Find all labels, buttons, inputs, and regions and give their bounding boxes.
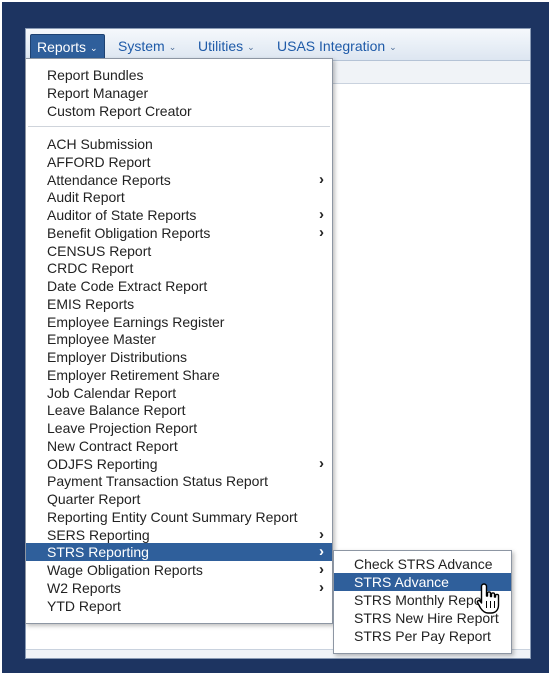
menu-item-leave-projection-report[interactable]: Leave Projection Report bbox=[26, 419, 332, 437]
chevron-right-icon: › bbox=[319, 525, 324, 543]
menu-item-label: Employee Earnings Register bbox=[47, 313, 225, 330]
menu-item-label: EMIS Reports bbox=[47, 295, 135, 312]
menu-item-audit-report[interactable]: Audit Report bbox=[26, 188, 332, 206]
menu-item-label: CRDC Report bbox=[47, 260, 134, 277]
chevron-right-icon: › bbox=[319, 206, 324, 223]
menu-item-crdc-report[interactable]: CRDC Report bbox=[26, 259, 332, 277]
chevron-right-icon: › bbox=[319, 170, 324, 188]
menu-item-job-calendar-report[interactable]: Job Calendar Report bbox=[26, 384, 332, 402]
menu-item-label: Report Bundles bbox=[47, 67, 144, 83]
menu-item-odjfs-reporting[interactable]: ODJFS Reporting › bbox=[26, 455, 332, 473]
menu-item-label: Wage Obligation Reports bbox=[47, 562, 203, 578]
menu-item-label: Leave Projection Report bbox=[47, 420, 198, 436]
menu-item-label: New Contract Report bbox=[47, 437, 178, 454]
menu-item-census-report[interactable]: CENSUS Report bbox=[26, 242, 332, 260]
menu-item-label: Payment Transaction Status Report bbox=[47, 473, 268, 490]
menu-item-label: STRS Reporting bbox=[47, 544, 149, 561]
chevron-right-icon: › bbox=[319, 223, 324, 241]
menu-item-check-strs-advance[interactable]: Check STRS Advance bbox=[334, 555, 511, 573]
menu-item-label: Employer Distributions bbox=[47, 349, 188, 365]
menu-item-attendance-reports[interactable]: Attendance Reports › bbox=[26, 171, 332, 189]
menu-item-emis-reports[interactable]: EMIS Reports bbox=[26, 295, 332, 313]
menu-item-label: Employer Retirement Share bbox=[47, 366, 220, 383]
menu-separator bbox=[28, 126, 330, 127]
menu-item-strs-per-pay-report[interactable]: STRS Per Pay Report bbox=[334, 627, 511, 645]
menu-item-label: Report Manager bbox=[47, 84, 149, 101]
menu-item-label: ODJFS Reporting bbox=[47, 455, 158, 472]
menu-item-employer-distributions[interactable]: Employer Distributions bbox=[26, 348, 332, 366]
menu-item-date-code-extract-report[interactable]: Date Code Extract Report bbox=[26, 277, 332, 295]
menu-reports[interactable]: Reports ⌄ bbox=[30, 34, 105, 60]
menu-item-label: Job Calendar Report bbox=[47, 384, 177, 401]
chevron-down-icon: ⌄ bbox=[90, 43, 98, 53]
menu-item-label: AFFORD Report bbox=[47, 153, 151, 170]
menu-item-label: STRS Advance bbox=[354, 574, 449, 590]
menu-item-label: Benefit Obligation Reports bbox=[47, 224, 211, 241]
menu-item-label: Quarter Report bbox=[47, 491, 141, 507]
menu-item-report-bundles[interactable]: Report Bundles bbox=[26, 66, 332, 84]
chevron-down-icon: ⌄ bbox=[168, 42, 177, 52]
menu-item-label: Employee Master bbox=[47, 331, 156, 348]
menu-item-custom-report-creator[interactable]: Custom Report Creator bbox=[26, 102, 332, 120]
menu-item-afford-report[interactable]: AFFORD Report bbox=[26, 153, 332, 171]
menu-item-reporting-entity-count-summary-report[interactable]: Reporting Entity Count Summary Report bbox=[26, 508, 332, 526]
menu-item-employee-earnings-register[interactable]: Employee Earnings Register bbox=[26, 313, 332, 331]
menu-item-label: W2 Reports bbox=[47, 579, 121, 596]
menu-item-ytd-report[interactable]: YTD Report bbox=[26, 597, 332, 615]
menu-item-report-manager[interactable]: Report Manager bbox=[26, 84, 332, 102]
chevron-right-icon: › bbox=[319, 578, 324, 596]
menu-item-label: STRS Monthly Report bbox=[354, 592, 491, 608]
menu-item-label: Audit Report bbox=[47, 189, 125, 206]
menu-reports-label: Reports bbox=[37, 39, 87, 55]
menu-utilities[interactable]: Utilities ⌄ bbox=[198, 35, 255, 57]
hand-pointer-icon bbox=[476, 583, 500, 614]
menu-item-label: Auditor of State Reports bbox=[47, 207, 197, 223]
menu-item-label: SERS Reporting bbox=[47, 526, 150, 543]
menu-item-employee-master[interactable]: Employee Master bbox=[26, 330, 332, 348]
chevron-right-icon: › bbox=[319, 561, 324, 578]
menu-item-strs-reporting[interactable]: STRS Reporting › bbox=[26, 543, 332, 562]
menu-item-auditor-of-state-reports[interactable]: Auditor of State Reports › bbox=[26, 206, 332, 224]
chevron-right-icon: › bbox=[319, 454, 324, 472]
menu-usas-integration-label: USAS Integration bbox=[277, 38, 386, 54]
menu-item-label: CENSUS Report bbox=[47, 242, 152, 259]
menu-item-label: Date Code Extract Report bbox=[47, 278, 208, 294]
menu-item-label: Reporting Entity Count Summary Report bbox=[47, 508, 298, 525]
menu-item-label: Leave Balance Report bbox=[47, 402, 186, 419]
menu-item-new-contract-report[interactable]: New Contract Report bbox=[26, 437, 332, 455]
menu-item-benefit-obligation-reports[interactable]: Benefit Obligation Reports › bbox=[26, 224, 332, 242]
menu-item-quarter-report[interactable]: Quarter Report bbox=[26, 490, 332, 508]
menu-item-label: YTD Report bbox=[47, 597, 121, 614]
menu-item-employer-retirement-share[interactable]: Employer Retirement Share bbox=[26, 366, 332, 384]
main-menubar: Reports ⌄ System ⌄ Utilities ⌄ USAS Integra… bbox=[26, 29, 530, 61]
chevron-down-icon: ⌄ bbox=[247, 42, 255, 52]
menu-item-payment-transaction-status-report[interactable]: Payment Transaction Status Report bbox=[26, 472, 332, 490]
menu-system-label: System bbox=[118, 38, 165, 54]
menu-item-leave-balance-report[interactable]: Leave Balance Report bbox=[26, 401, 332, 419]
menu-item-label: Custom Report Creator bbox=[47, 102, 192, 119]
chevron-right-icon: › bbox=[319, 543, 324, 561]
menu-item-ach-submission[interactable]: ACH Submission bbox=[26, 135, 332, 153]
menu-item-sers-reporting[interactable]: SERS Reporting › bbox=[26, 526, 332, 544]
menu-item-wage-obligation-reports[interactable]: Wage Obligation Reports › bbox=[26, 561, 332, 579]
menu-item-w2-reports[interactable]: W2 Reports › bbox=[26, 579, 332, 597]
menu-item-label: ACH Submission bbox=[47, 136, 153, 152]
menu-usas-integration[interactable]: USAS Integration ⌄ bbox=[277, 35, 397, 57]
reports-dropdown-menu: Report Bundles Report Manager Custom Repor… bbox=[25, 58, 333, 624]
menu-item-label: Attendance Reports bbox=[47, 171, 171, 188]
menu-item-label: STRS Per Pay Report bbox=[354, 628, 491, 644]
menu-utilities-label: Utilities bbox=[198, 38, 244, 54]
menu-system[interactable]: System ⌄ bbox=[118, 35, 176, 57]
menu-item-label: Check STRS Advance bbox=[354, 556, 493, 572]
chevron-down-icon: ⌄ bbox=[389, 42, 397, 52]
